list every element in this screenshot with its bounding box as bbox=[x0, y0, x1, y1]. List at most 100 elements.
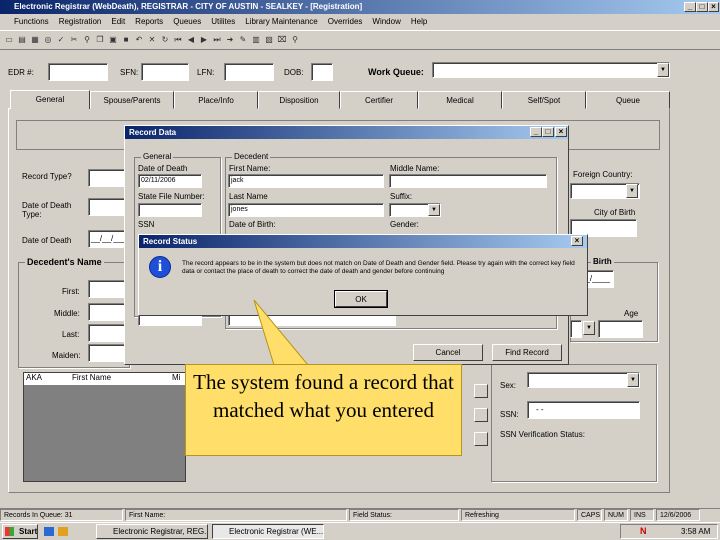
refresh-icon[interactable]: ↻ bbox=[160, 35, 170, 45]
rd-first-name-field[interactable]: jack bbox=[228, 174, 384, 188]
aka-column-header[interactable]: AKA bbox=[24, 373, 70, 385]
go-icon[interactable]: ➜ bbox=[225, 35, 235, 45]
attach-icon[interactable]: ⌧ bbox=[277, 35, 287, 45]
last-label: Last: bbox=[62, 330, 80, 339]
callout-pointer bbox=[253, 299, 310, 366]
undo-icon[interactable]: ↶ bbox=[134, 35, 144, 45]
aka-add-button[interactable] bbox=[474, 384, 488, 398]
taskbar-item-2[interactable]: Electronic Registrar (WE... bbox=[212, 524, 324, 539]
record-type-label: Record Type? bbox=[22, 172, 72, 181]
tab-spouse-parents[interactable]: Spouse/Parents bbox=[90, 91, 174, 109]
preview-icon[interactable]: ◎ bbox=[43, 35, 53, 45]
first-name-field[interactable] bbox=[88, 280, 128, 298]
search-icon[interactable]: ⚲ bbox=[290, 35, 300, 45]
menu-edit[interactable]: Edit bbox=[111, 14, 125, 29]
print-icon[interactable]: ▦ bbox=[30, 35, 40, 45]
record-data-close[interactable]: × bbox=[555, 127, 567, 137]
rd-last-name-field[interactable]: jones bbox=[228, 203, 384, 217]
open-icon[interactable]: ▤ bbox=[17, 35, 27, 45]
tab-queue[interactable]: Queue bbox=[586, 91, 670, 109]
dob-label: DOB: bbox=[284, 68, 304, 77]
desktop-icon[interactable] bbox=[44, 527, 54, 536]
date-of-death-field[interactable]: __/__/____ bbox=[88, 230, 131, 248]
menu-functions[interactable]: Functions bbox=[14, 14, 49, 29]
dob-field[interactable] bbox=[311, 63, 333, 81]
status-caps: CAPS bbox=[577, 509, 602, 521]
save-icon[interactable]: ■ bbox=[121, 35, 131, 45]
first-name-column-header[interactable]: First Name bbox=[70, 373, 170, 385]
rd-suffix-dropdown-icon[interactable]: ▼ bbox=[428, 204, 440, 216]
record-data-minimize[interactable]: _ bbox=[530, 127, 542, 137]
sex-select[interactable] bbox=[527, 372, 640, 388]
record-status-close[interactable]: × bbox=[571, 236, 583, 246]
middle-name-field[interactable] bbox=[88, 303, 128, 321]
last-name-field[interactable] bbox=[88, 324, 128, 342]
tab-self-spot[interactable]: Self/Spot bbox=[502, 91, 586, 109]
lfn-field[interactable] bbox=[224, 63, 274, 81]
ssn-field[interactable]: - - bbox=[527, 401, 640, 419]
first-record-icon[interactable]: ⏮ bbox=[173, 35, 183, 45]
status-ins: INS bbox=[630, 509, 654, 521]
record-type-field[interactable] bbox=[88, 169, 128, 187]
find-icon[interactable]: ⚲ bbox=[82, 35, 92, 45]
menu-reports[interactable]: Reports bbox=[135, 14, 163, 29]
copy-icon[interactable]: ❐ bbox=[95, 35, 105, 45]
menu-help[interactable]: Help bbox=[411, 14, 427, 29]
spell-icon[interactable]: ✓ bbox=[56, 35, 66, 45]
notes-icon[interactable]: ▧ bbox=[264, 35, 274, 45]
date-of-death-type-field[interactable] bbox=[88, 198, 128, 216]
tab-medical[interactable]: Medical bbox=[418, 91, 502, 109]
next-record-icon[interactable]: ▶ bbox=[199, 35, 209, 45]
foreign-country-dropdown-icon[interactable]: ▼ bbox=[626, 184, 638, 198]
age-field[interactable] bbox=[598, 320, 643, 338]
new-icon[interactable]: ▭ bbox=[4, 35, 14, 45]
delete-icon[interactable]: ✕ bbox=[147, 35, 157, 45]
ok-button[interactable]: OK bbox=[334, 290, 388, 308]
tab-certifier[interactable]: Certifier bbox=[340, 91, 418, 109]
tab-place-info[interactable]: Place/Info bbox=[174, 91, 258, 109]
tab-general[interactable]: General bbox=[10, 90, 90, 109]
menu-queues[interactable]: Queues bbox=[173, 14, 201, 29]
menu-overrides[interactable]: Overrides bbox=[328, 14, 363, 29]
find-record-button[interactable]: Find Record bbox=[492, 344, 562, 361]
certificate-icon[interactable]: ▥ bbox=[251, 35, 261, 45]
tray-n-icon[interactable]: N bbox=[640, 526, 647, 536]
sex-dropdown-icon[interactable]: ▼ bbox=[627, 373, 639, 387]
prev-record-icon[interactable]: ◀ bbox=[186, 35, 196, 45]
tab-disposition[interactable]: Disposition bbox=[258, 91, 340, 109]
menu-window[interactable]: Window bbox=[372, 14, 400, 29]
work-queue-select[interactable] bbox=[432, 62, 670, 78]
mi-column-header[interactable]: Mi bbox=[170, 373, 180, 385]
cancel-button[interactable]: Cancel bbox=[413, 344, 483, 361]
date-of-death-type-label: Date of Death Type: bbox=[22, 201, 72, 219]
menu-registration[interactable]: Registration bbox=[59, 14, 102, 29]
city-of-birth-label: City of Birth bbox=[594, 208, 636, 217]
aka-delete-button[interactable] bbox=[474, 432, 488, 446]
status-bar: Records In Queue: 31 First Name: Field S… bbox=[0, 508, 720, 521]
clock: 3:58 AM bbox=[681, 527, 711, 536]
edrs-field[interactable] bbox=[48, 63, 108, 81]
maiden-name-field[interactable] bbox=[88, 344, 128, 362]
rd-state-file-field[interactable] bbox=[138, 203, 202, 217]
record-data-maximize[interactable]: □ bbox=[542, 127, 554, 137]
rd-date-of-death-field[interactable]: 02/11/2006 bbox=[138, 174, 202, 188]
taskbar-item-1[interactable]: Electronic Registrar, REG... bbox=[96, 524, 208, 539]
rd-date-of-death-label: Date of Death bbox=[138, 164, 188, 173]
work-queue-dropdown-icon[interactable]: ▼ bbox=[657, 63, 669, 77]
age-unit-dropdown-icon[interactable]: ▼ bbox=[583, 321, 595, 335]
sfn-field[interactable] bbox=[141, 63, 189, 81]
tools-icon[interactable]: ✎ bbox=[238, 35, 248, 45]
quicklaunch-icon[interactable] bbox=[58, 527, 68, 536]
maximize-button[interactable]: □ bbox=[696, 2, 708, 12]
rd-middle-name-field[interactable] bbox=[389, 174, 547, 188]
aka-edit-button[interactable] bbox=[474, 408, 488, 422]
menu-library-maintenance[interactable]: Library Maintenance bbox=[245, 14, 317, 29]
cut-icon[interactable]: ✂ bbox=[69, 35, 79, 45]
rd-state-file-label: State File Number: bbox=[138, 192, 205, 201]
last-record-icon[interactable]: ⏭ bbox=[212, 35, 222, 45]
minimize-button[interactable]: _ bbox=[684, 2, 696, 12]
paste-icon[interactable]: ▣ bbox=[108, 35, 118, 45]
menu-utilities[interactable]: Utilites bbox=[211, 14, 235, 29]
close-button[interactable]: × bbox=[708, 2, 719, 12]
age-unit-field[interactable] bbox=[570, 320, 582, 338]
